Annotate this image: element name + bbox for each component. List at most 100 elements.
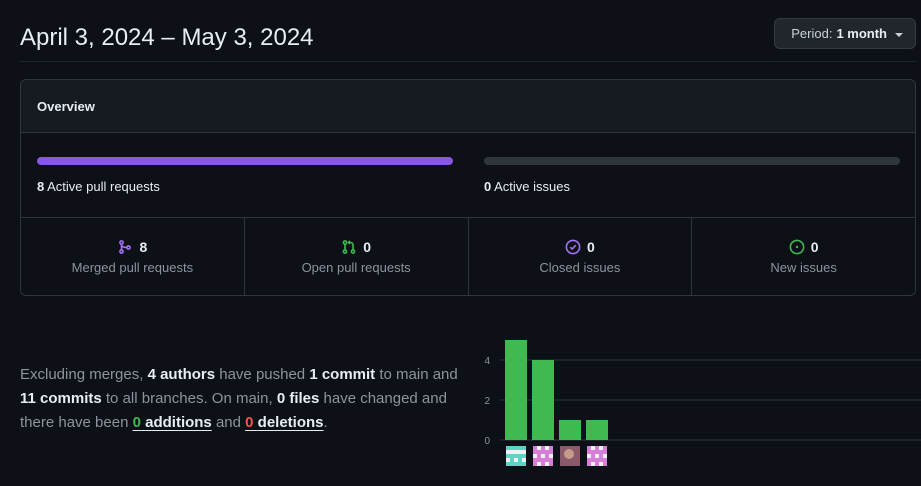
summary-text: and [211,414,246,431]
identicon-pixel [595,462,599,466]
identicon-pixel [545,458,549,462]
issues-progress[interactable]: 0 Active issues [484,157,900,194]
stat-closed-issues[interactable]: 0 Closed issues [469,218,693,295]
identicon-pixel [587,462,591,466]
identicon-pixel [533,462,537,466]
new-issues-label: New issues [770,259,837,275]
additions-link[interactable]: 0 additions [133,414,212,431]
overview-panel: Overview 8 Active pull requests 0 Active… [20,79,916,296]
identicon-pixel [587,450,591,454]
summary-text: Excluding merges, [20,366,148,383]
deletions-link[interactable]: 0 deletions [245,414,323,431]
overview-header: Overview [21,80,915,133]
identicon-pixel [603,450,607,454]
identicon-pixel [591,458,595,462]
identicon-pixel [599,458,603,462]
stat-new-issues[interactable]: 0 New issues [692,218,915,295]
identicon-pixel [549,458,553,462]
identicon-pixel [591,454,595,458]
caret-down-icon [895,32,903,37]
additions-word: additions [145,414,212,431]
identicon-pixel [549,450,553,454]
date-range-title: April 3, 2024 – May 3, 2024 [20,24,314,51]
summary-text: to main and [375,366,458,383]
active-issues-label: 0 Active issues [484,179,900,194]
identicon-pixel [541,462,545,466]
pull-requests-bar-track [37,157,453,165]
issue-closed-icon [565,239,581,255]
active-pull-requests-label: 8 Active pull requests [37,179,453,194]
git-pull-request-icon [341,239,357,255]
identicon-pixel [595,446,599,450]
pull-requests-progress[interactable]: 8 Active pull requests [37,157,453,194]
identicon-pixel [541,458,545,462]
identicon-pixel [599,454,603,458]
identicon-pixel [522,454,526,458]
merged-count: 8 [139,238,148,255]
commits-by-author-chart: 0 2 4 [484,340,921,466]
identicon-pixel [545,454,549,458]
closed-issues-count: 0 [586,238,595,255]
identicon-pixel [541,450,545,454]
identicon-pixel [514,462,518,466]
active-issues-count: 0 [484,179,492,194]
active-pull-requests-text: Active pull requests [47,179,160,194]
identicon-pixel [514,454,518,458]
identicon-pixel [518,446,522,450]
identicon-pixel [595,450,599,454]
identicon-pixel [510,458,514,462]
identicon-pixel [537,450,541,454]
closed-issues-label: Closed issues [539,259,621,275]
identicon-pixel [510,446,514,450]
overview-title: Overview [37,98,95,114]
identicon-pixel [545,450,549,454]
identicon-pixel [549,462,553,466]
stats-row: 8 Merged pull requests 0 Open pull reque… [21,218,915,295]
active-pull-requests-count: 8 [37,179,45,194]
y-tick-label: 0 [484,436,490,447]
identicon-pixel [522,446,526,450]
summary-text: to all branches. On main, [101,390,277,407]
active-issues-text: Active issues [494,179,571,194]
open-pr-count: 0 [363,238,372,255]
deletions-count: 0 [245,414,254,431]
stat-open-pull-requests[interactable]: 0 Open pull requests [245,218,469,295]
progress-row: 8 Active pull requests 0 Active issues [21,133,915,218]
commit-summary: Excluding merges, 4 authors have pushed … [20,363,470,435]
commit-count-main: 1 commit [309,366,376,383]
identicon-pixel [510,462,514,466]
identicon-pixel [603,458,607,462]
bar [532,360,554,440]
authors-count: 4 authors [147,366,216,383]
identicon-pixel [518,454,522,458]
bar [586,420,608,440]
identicon-pixel [533,446,537,450]
bar [559,420,581,440]
y-tick-label: 2 [484,396,490,407]
bar [505,340,527,440]
period-value: 1 month [836,26,887,41]
identicon-pixel [518,458,522,462]
period-dropdown-button[interactable]: Period: 1 month [774,18,916,49]
new-issues-count: 0 [810,238,819,255]
identicon-pixel [591,450,595,454]
identicon-pixel [549,446,553,450]
identicon-pixel [599,450,603,454]
identicon-pixel [514,446,518,450]
period-label: Period: [791,26,833,41]
summary-text: . [323,414,328,431]
files-count: 0 files [276,390,320,407]
stat-merged-pull-requests[interactable]: 8 Merged pull requests [21,218,245,295]
identicon-pixel [522,462,526,466]
identicon-pixel [587,446,591,450]
identicon-pixel [587,458,591,462]
identicon-pixel [533,450,537,454]
identicon-pixel [510,454,514,458]
deletions-word: deletions [257,414,324,431]
additions-count: 0 [132,414,141,431]
identicon-pixel [603,446,607,450]
identicon-pixel [506,454,510,458]
identicon-pixel [506,462,510,466]
issue-opened-icon [789,239,805,255]
issues-bar-track [484,157,900,165]
